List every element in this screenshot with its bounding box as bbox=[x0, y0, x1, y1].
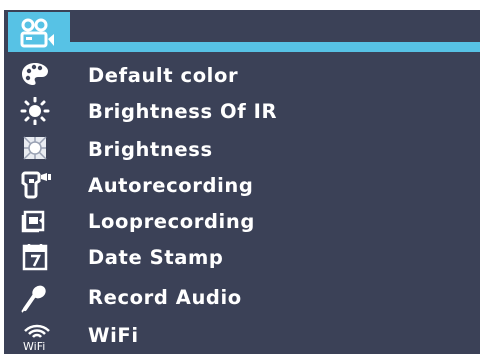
menu-item-label: Brightness bbox=[88, 138, 213, 161]
auto-record-icon bbox=[21, 171, 51, 199]
menu-item-brightness-of-ir[interactable]: Brightness Of IR bbox=[4, 96, 480, 128]
wifi-icon-text: WiFi bbox=[23, 340, 45, 351]
header-accent-bar bbox=[70, 42, 480, 52]
menu-item-label: Autorecording bbox=[88, 174, 254, 197]
menu-item-looprecording[interactable]: Looprecording bbox=[4, 206, 480, 238]
wifi-icon: WiFi bbox=[23, 324, 50, 351]
camera-menu-screen: Default color Brightness Of IR Brightnes… bbox=[4, 10, 480, 354]
sun-icon bbox=[20, 97, 50, 125]
menu-item-label: Default color bbox=[88, 64, 239, 87]
palette-icon bbox=[22, 63, 48, 85]
menu-item-brightness[interactable]: Brightness bbox=[4, 134, 480, 166]
calendar-icon bbox=[22, 244, 48, 271]
menu-item-date-stamp[interactable]: Date Stamp bbox=[4, 242, 480, 274]
menu-item-label: Brightness Of IR bbox=[88, 100, 278, 123]
menu-item-default-color[interactable]: Default color bbox=[4, 60, 480, 92]
menu-header bbox=[4, 10, 480, 52]
menu-item-label: Record Audio bbox=[88, 286, 242, 309]
video-tab[interactable] bbox=[8, 12, 70, 52]
menu-item-label: Date Stamp bbox=[88, 246, 224, 269]
menu-item-autorecording[interactable]: Autorecording bbox=[4, 170, 480, 202]
menu-item-record-audio[interactable]: Record Audio bbox=[4, 282, 480, 314]
video-camera-icon bbox=[20, 18, 54, 48]
menu-item-label: Looprecording bbox=[88, 210, 255, 233]
menu-item-wifi[interactable]: WiFi WiFi bbox=[4, 320, 480, 352]
microphone-icon bbox=[21, 285, 46, 313]
loop-record-icon bbox=[21, 210, 45, 233]
brightness-icon bbox=[23, 136, 47, 160]
menu-item-label: WiFi bbox=[88, 324, 139, 347]
